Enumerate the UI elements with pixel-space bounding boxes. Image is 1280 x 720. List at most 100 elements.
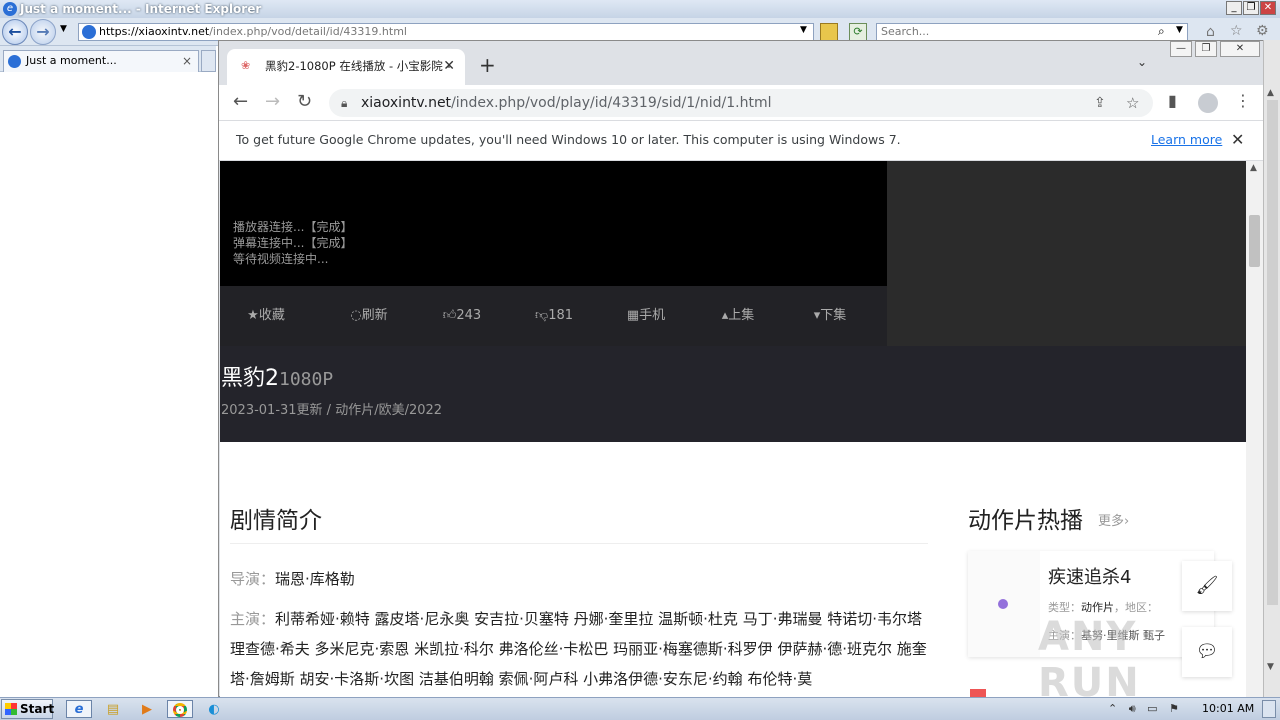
omnibox[interactable]: 🔒︎ xiaoxintv.net/index.php/vod/play/id/4…: [329, 89, 1153, 117]
chrome-taskbar-icon[interactable]: [167, 700, 193, 718]
search-dropdown-icon[interactable]: ▼: [1176, 25, 1183, 35]
next-label: 下集: [820, 308, 847, 323]
ie-tab-icon: [8, 55, 21, 68]
refresh-icon[interactable]: ⟳: [849, 23, 867, 41]
ie-new-tab-button[interactable]: [201, 50, 216, 72]
menu-kebab-icon[interactable]: ⋮: [1235, 91, 1251, 110]
learn-more-link[interactable]: Learn more: [1151, 121, 1222, 159]
profile-avatar[interactable]: [1198, 93, 1218, 113]
back-button[interactable]: ←: [2, 19, 28, 45]
share-icon[interactable]: ⇪: [1094, 89, 1106, 117]
scroll-down-icon[interactable]: ▼: [1267, 662, 1274, 672]
scroll-thumb[interactable]: [1249, 215, 1260, 267]
video-title: 黑豹21080P: [221, 360, 333, 392]
ie-search-input[interactable]: Search...: [876, 23, 1188, 41]
cast-label: 主演：: [230, 610, 276, 628]
side-panel-icon[interactable]: ▮: [1168, 91, 1177, 110]
favorites-star-icon[interactable]: ☆: [1230, 23, 1243, 39]
chrome-forward-icon[interactable]: →: [265, 91, 280, 112]
bookmark-star-icon[interactable]: ☆: [1126, 89, 1139, 117]
region-label: ，地区：: [1114, 601, 1158, 614]
gear-icon[interactable]: ⚙: [1256, 23, 1269, 39]
ie-page-icon: [82, 25, 96, 39]
url-prefix: https://xiaoxintv.net: [99, 25, 210, 38]
system-tray-icons[interactable]: ⌃ 🔊︎ ▭ ⚑: [1108, 698, 1183, 720]
url-host: xiaoxintv.net: [361, 95, 452, 111]
start-label: Start: [20, 702, 55, 716]
lock-icon[interactable]: [820, 23, 838, 41]
favorite-button[interactable]: ★收藏: [220, 286, 312, 346]
tab-search-chevron-down-icon[interactable]: ⌄: [1137, 55, 1147, 69]
chrome-close-button[interactable]: ✕: [1220, 41, 1260, 57]
director-row: 导演：瑞恩·库格勒: [230, 564, 930, 594]
maximize-button[interactable]: ❐: [1243, 1, 1259, 15]
chrome-reload-icon[interactable]: ↻: [297, 91, 312, 112]
director-value[interactable]: 瑞恩·库格勒: [275, 570, 355, 588]
media-player-icon[interactable]: ▶: [134, 700, 160, 718]
ie-url-input[interactable]: https://xiaoxintv.net/index.php/vod/deta…: [78, 23, 814, 41]
type-label: 类型：: [1048, 601, 1081, 614]
scroll-up-icon[interactable]: ▲: [1250, 163, 1257, 173]
ie-window-title: Just a moment... - Internet Explorer: [20, 2, 262, 16]
chrome-back-icon[interactable]: ←: [233, 91, 248, 112]
ie-taskbar-icon[interactable]: e: [66, 700, 92, 718]
cast-row: 主演：利蒂希娅·赖特 露皮塔·尼永奥 安吉拉·贝塞特 丹娜·奎里拉 温斯顿·杜克…: [230, 604, 930, 698]
scroll-thumb[interactable]: [1267, 100, 1278, 605]
page-scrollbar[interactable]: ▲: [1246, 161, 1263, 698]
spinner-icon: ◌: [350, 308, 362, 323]
windows-logo-icon: [5, 703, 17, 715]
next-episode-button[interactable]: ▾下集: [784, 286, 876, 346]
url-dropdown-icon[interactable]: ▼: [800, 25, 807, 35]
thumbs-up-icon: 👍︎: [442, 308, 457, 323]
search-placeholder: Search...: [881, 25, 930, 38]
like-count: 243: [456, 308, 482, 323]
ie-tab[interactable]: Just a moment... ×: [3, 50, 199, 72]
ie-tab-close-icon[interactable]: ×: [182, 51, 192, 71]
dislike-count: 181: [548, 308, 574, 323]
show-desktop-button[interactable]: [1262, 700, 1276, 718]
cast-value[interactable]: 利蒂希娅·赖特 露皮塔·尼永奥 安吉拉·贝塞特 丹娜·奎里拉 温斯顿·杜克 马丁…: [230, 610, 927, 688]
minimize-button[interactable]: _: [1226, 1, 1242, 15]
edge-taskbar-icon[interactable]: ◐: [201, 700, 227, 718]
home-icon[interactable]: ⌂: [1206, 24, 1215, 40]
chrome-tab-title: 黑豹2-1080P 在线播放 - 小宝影院 -: [265, 59, 451, 73]
player-side-panel: [887, 161, 1246, 346]
infobar-message: To get future Google Chrome updates, you…: [236, 132, 901, 147]
hot-more-link[interactable]: 更多›: [1098, 510, 1129, 529]
search-icon[interactable]: ⌕: [1158, 24, 1165, 39]
start-button[interactable]: Start: [1, 699, 55, 719]
hot-item-name[interactable]: 疾速追杀4: [1048, 563, 1131, 589]
refresh-button[interactable]: ◌刷新: [323, 286, 415, 346]
like-button[interactable]: 👍︎243: [416, 286, 508, 346]
explorer-folder-icon[interactable]: ▤: [100, 700, 126, 718]
ie-logo-icon: e: [3, 2, 17, 16]
chrome-restore-button[interactable]: ❐: [1195, 41, 1217, 57]
new-tab-button[interactable]: +: [479, 53, 496, 77]
chrome-tab[interactable]: ❀ 黑豹2-1080P 在线播放 - 小宝影院 - ✕: [227, 49, 465, 85]
close-button[interactable]: ✕: [1260, 1, 1276, 15]
update-infobar: To get future Google Chrome updates, you…: [219, 121, 1264, 161]
infobar-close-icon[interactable]: ✕: [1231, 121, 1244, 159]
player-log: 播放器连接...【完成】 弹幕连接中...【完成】 等待视频连接中...: [233, 219, 352, 267]
ie-page-body: [0, 72, 218, 697]
forward-button[interactable]: →: [30, 19, 56, 45]
mobile-button[interactable]: ▦手机: [600, 286, 692, 346]
player-action-bar: ★收藏 ◌刷新 👍︎243 👎︎181 ▦手机 ▴上集 ▾下集: [220, 286, 887, 346]
scroll-up-icon[interactable]: ▲: [1267, 88, 1274, 98]
thumbs-down-icon: 👎︎: [534, 308, 549, 323]
dislike-button[interactable]: 👎︎181: [508, 286, 600, 346]
history-dropdown-icon[interactable]: ▼: [60, 24, 67, 34]
video-player[interactable]: 播放器连接...【完成】 弹幕连接中...【完成】 等待视频连接中...: [220, 161, 887, 286]
chrome-toolbar: ← → ↻ 🔒︎ xiaoxintv.net/index.php/vod/pla…: [219, 85, 1264, 121]
taskbar-clock[interactable]: 10:01 AM: [1202, 698, 1254, 720]
chrome-window: ❀ 黑豹2-1080P 在线播放 - 小宝影院 - ✕ + ⌄ — ❐ ✕ ← …: [218, 40, 1264, 698]
chrome-minimize-button[interactable]: —: [1170, 41, 1192, 57]
prev-episode-button[interactable]: ▴上集: [692, 286, 784, 346]
video-info-bar: 黑豹21080P 2023-01-31更新 / 动作片/欧美/2022: [220, 346, 1246, 442]
ie-scrollbar[interactable]: ▲ ▼: [1263, 40, 1280, 697]
divider: [230, 543, 928, 544]
chrome-tab-close-icon[interactable]: ✕: [443, 49, 455, 83]
brush-button[interactable]: 🖌︎: [1182, 561, 1232, 611]
video-meta: 2023-01-31更新 / 动作片/欧美/2022: [221, 403, 443, 418]
intro-heading: 剧情简介: [230, 508, 322, 534]
